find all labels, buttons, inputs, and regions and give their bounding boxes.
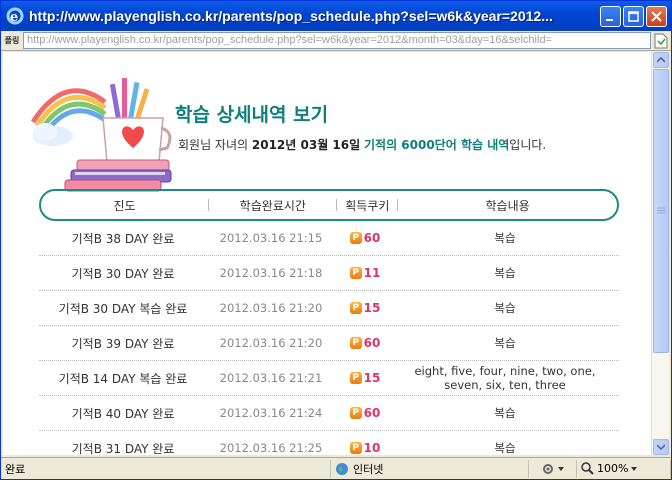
row-progress: 기적B 30 DAY 복습 완료 — [58, 301, 188, 316]
scroll-up-button[interactable] — [653, 52, 669, 68]
site-favicon: 플링 — [1, 32, 23, 50]
page-icon[interactable] — [651, 32, 671, 50]
chevron-down-icon — [657, 444, 665, 450]
table-row: 기적B 38 DAY 완료 2012.03.16 21:15 P 60 복습 — [39, 221, 619, 256]
close-icon — [651, 10, 662, 22]
maximize-button[interactable] — [623, 5, 644, 27]
svg-text:e: e — [10, 10, 18, 25]
security-zone[interactable]: 인터넷 — [331, 459, 529, 478]
cookie-point-icon: P — [349, 232, 362, 244]
row-progress: 기적B 14 DAY 복습 완료 — [58, 371, 188, 386]
page-content: 학습 상세내역 보기 회원님 자녀의 2012년 03월 16일 기적의 600… — [3, 52, 651, 455]
dropdown-arrow-icon — [558, 466, 564, 471]
close-button[interactable] — [646, 5, 667, 27]
row-points: P 60 — [335, 406, 395, 420]
table-row: 기적B 40 DAY 완료 2012.03.16 21:24 P 60 복습 — [39, 396, 619, 431]
row-time: 2012.03.16 21:21 — [219, 371, 323, 385]
row-content: 복습 — [494, 406, 516, 420]
points-value: 10 — [363, 441, 381, 455]
row-content: 복습 — [494, 231, 516, 245]
internet-explorer-icon: e — [6, 7, 24, 25]
row-progress: 기적B 38 DAY 완료 — [71, 231, 175, 246]
points-value: 15 — [363, 371, 381, 385]
row-points: P 15 — [335, 371, 395, 385]
table-row: 기적B 30 DAY 완료 2012.03.16 21:18 P 11 복습 — [39, 256, 619, 291]
header-progress: 진도 — [113, 198, 136, 213]
row-points: P 10 — [335, 441, 395, 455]
protected-mode-button[interactable] — [529, 459, 577, 478]
dropdown-arrow-icon — [631, 466, 638, 471]
title-bar[interactable]: e http://www.playenglish.co.kr/parents/p… — [1, 1, 671, 31]
minimize-button[interactable] — [600, 5, 621, 27]
points-value: 15 — [363, 301, 381, 315]
row-content: 복습 — [494, 441, 516, 455]
header-content: 학습내용 — [485, 198, 530, 213]
table-row: 기적B 39 DAY 완료 2012.03.16 21:20 P 60 복습 — [39, 326, 619, 361]
subtitle-prefix: 회원님 자녀의 — [178, 138, 252, 152]
row-progress: 기적B 39 DAY 완료 — [71, 336, 175, 351]
page-subtitle: 회원님 자녀의 2012년 03월 16일 기적의 6000단어 학습 내역입니… — [178, 136, 546, 153]
cookie-point-icon: P — [349, 407, 362, 419]
settings-icon — [543, 463, 553, 474]
row-time: 2012.03.16 21:15 — [219, 231, 323, 245]
points-value: 11 — [363, 266, 381, 280]
address-bar: 플링 http://www.playenglish.co.kr/parents/… — [1, 31, 671, 51]
row-content: eight, five, four, nine, two, one, seven… — [414, 364, 596, 392]
table-row: 기적B 14 DAY 복습 완료 2012.03.16 21:21 P 15 ei… — [39, 361, 619, 396]
header-completed-time: 학습완료시간 — [239, 198, 306, 213]
table-row: 기적B 31 DAY 완료 2012.03.16 21:25 P 10 복습 — [39, 431, 619, 455]
row-progress: 기적B 31 DAY 완료 — [71, 441, 175, 456]
points-value: 60 — [363, 336, 381, 350]
cookie-point-icon: P — [349, 372, 362, 384]
row-time: 2012.03.16 21:24 — [219, 406, 323, 420]
browser-window: e http://www.playenglish.co.kr/parents/p… — [0, 0, 672, 480]
subtitle-course: 기적의 6000단어 학습 내역 — [363, 138, 510, 152]
row-points: P 11 — [335, 266, 395, 280]
address-field[interactable]: http://www.playenglish.co.kr/parents/pop… — [23, 32, 651, 49]
table-row: 기적B 30 DAY 복습 완료 2012.03.16 21:20 P 15 복습 — [39, 291, 619, 326]
favicon-label: 플링 — [4, 36, 20, 45]
globe-icon — [336, 462, 348, 475]
row-points: P 60 — [335, 231, 395, 245]
zone-label: 인터넷 — [353, 462, 384, 476]
grip-icon — [657, 207, 665, 214]
zoom-level: 100% — [597, 462, 629, 475]
chevron-up-icon — [657, 57, 665, 63]
maximize-icon — [628, 10, 639, 22]
row-time: 2012.03.16 21:20 — [219, 336, 323, 350]
row-time: 2012.03.16 21:25 — [219, 441, 323, 455]
row-content: 복습 — [494, 336, 516, 350]
books-mug-illustration — [30, 78, 172, 192]
table-header: 진도 학습완료시간 획득쿠키 학습내용 — [39, 189, 619, 221]
scroll-thumb[interactable] — [653, 69, 669, 353]
cookie-point-icon: P — [349, 267, 362, 279]
status-text: 완료 — [1, 459, 331, 478]
vertical-scrollbar[interactable] — [651, 52, 669, 455]
minimize-icon — [606, 18, 613, 21]
cookie-point-icon: P — [349, 302, 362, 314]
points-value: 60 — [363, 231, 381, 245]
status-bar: 완료 인터넷 100% — [1, 457, 671, 479]
zoom-control[interactable]: 100% — [577, 459, 671, 478]
schedule-table: 기적B 38 DAY 완료 2012.03.16 21:15 P 60 복습 기적… — [39, 221, 619, 455]
row-content: 복습 — [494, 301, 516, 315]
row-time: 2012.03.16 21:20 — [219, 301, 323, 315]
row-progress: 기적B 40 DAY 완료 — [71, 406, 175, 421]
cookie-point-icon: P — [349, 442, 362, 454]
scroll-down-button[interactable] — [653, 439, 669, 455]
window-title: http://www.playenglish.co.kr/parents/pop… — [29, 8, 553, 24]
row-points: P 60 — [335, 336, 395, 350]
row-time: 2012.03.16 21:18 — [219, 266, 323, 280]
header-cookies: 획득쿠키 — [345, 198, 390, 213]
magnifier-icon — [581, 462, 594, 475]
cookie-point-icon: P — [349, 337, 362, 349]
subtitle-suffix: 입니다. — [509, 138, 547, 152]
points-value: 60 — [363, 406, 381, 420]
subtitle-date: 2012년 03월 16일 — [251, 138, 361, 152]
page-title: 학습 상세내역 보기 — [175, 104, 329, 126]
row-content: 복습 — [494, 266, 516, 280]
row-points: P 15 — [335, 301, 395, 315]
row-progress: 기적B 30 DAY 완료 — [71, 266, 175, 281]
